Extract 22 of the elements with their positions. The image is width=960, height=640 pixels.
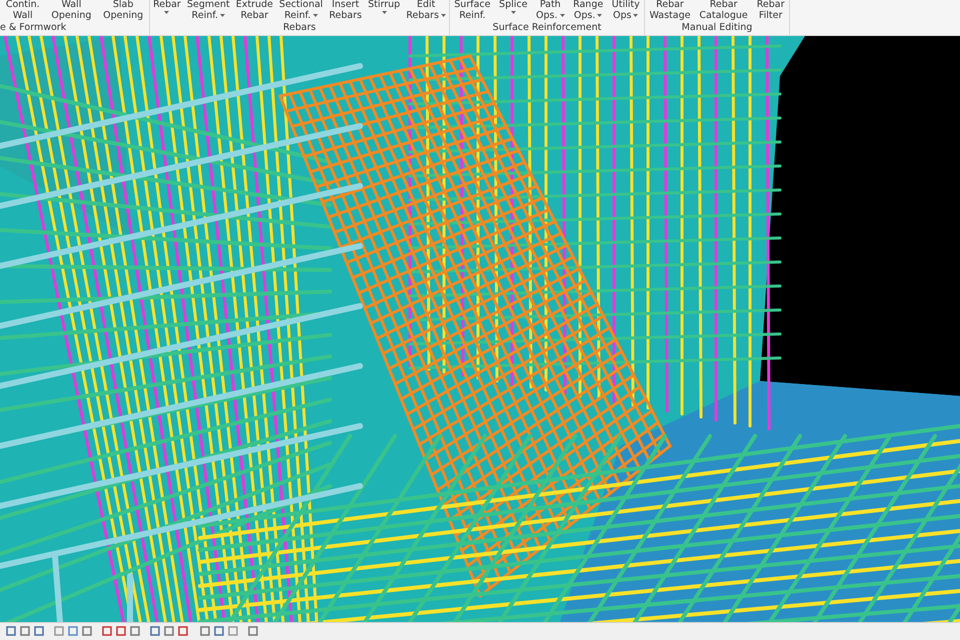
ribbon-button[interactable]: Splice [497,0,530,22]
ribbon-button[interactable]: Rebar Catalogue [697,0,750,22]
ribbon-button[interactable]: Insert Rebars [327,0,364,22]
ribbon-button[interactable]: Surface Reinf. [452,0,492,22]
ribbon-button[interactable]: Rebar Filter [754,0,786,22]
ribbon-button[interactable]: Extrude Rebar [234,0,276,22]
ribbon-button[interactable]: Edit Rebars [404,0,448,22]
ribbon-button[interactable]: Wall Opening [49,0,94,22]
ribbon-button[interactable]: Sectional Reinf. [277,0,325,22]
ribbon-button[interactable]: Rebar Wastage [647,0,692,22]
ribbon-button[interactable]: Rebar [151,0,183,22]
ribbon-button[interactable]: Range Ops. [571,0,606,22]
ribbon-button[interactable]: Utility Ops [610,0,642,22]
ribbon-button[interactable]: Slab Opening [101,0,146,22]
group-label: Manual Editing [680,22,754,34]
ribbon-button[interactable]: Segment Reinf. [184,0,232,22]
group-label: e & Formwork [0,22,68,34]
ribbon-button[interactable]: Path Ops. [534,0,567,22]
ribbon-button[interactable]: Contin. Wall [4,0,42,22]
group-label: Surface Reinforcement [492,22,602,34]
group-label: Rebars [282,22,317,34]
ribbon-button[interactable]: Stirrup [366,0,402,22]
